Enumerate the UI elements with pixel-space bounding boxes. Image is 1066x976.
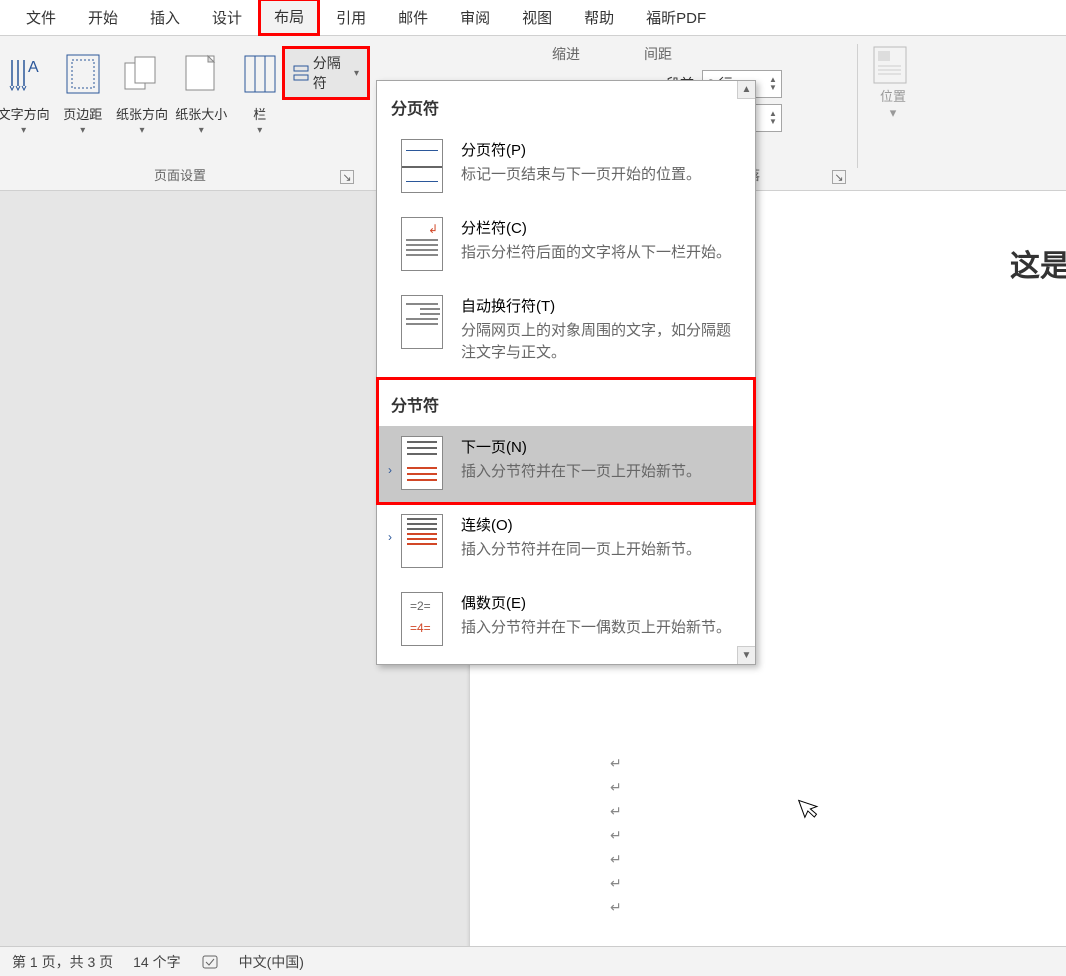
chevron-down-icon: ▾ bbox=[140, 125, 145, 136]
breaks-dropdown-button[interactable]: 分隔符 ▾ bbox=[284, 48, 368, 98]
dropdown-scroll-down[interactable]: ▼ bbox=[737, 646, 755, 664]
margins-icon bbox=[61, 52, 105, 96]
chevron-down-icon: ▾ bbox=[199, 125, 204, 136]
status-page[interactable]: 第 1 页，共 3 页 bbox=[12, 952, 113, 972]
menu-item-page-break[interactable]: 分页符(P) 标记一页结束与下一页开始的位置。 bbox=[377, 129, 755, 207]
orientation-icon bbox=[120, 52, 164, 96]
chevron-down-icon: ▾ bbox=[890, 105, 897, 121]
position-button[interactable]: 位置 ▾ bbox=[863, 36, 923, 190]
page-breaks-header: 分页符 bbox=[377, 81, 755, 129]
page-setup-group-label: 页面设置 bbox=[154, 159, 206, 190]
next-page-icon: › bbox=[401, 436, 443, 490]
columns-icon bbox=[238, 52, 282, 96]
chevron-down-icon: ▾ bbox=[257, 125, 262, 136]
next-page-title: 下一页(N) bbox=[461, 436, 701, 457]
menu-item-next-page[interactable]: › 下一页(N) 插入分节符并在下一页上开始新节。 bbox=[377, 426, 755, 504]
text-direction-button[interactable]: A 文字方向 ▾ bbox=[0, 42, 53, 136]
tab-mailings[interactable]: 邮件 bbox=[382, 0, 444, 35]
indent-section-label: 缩进 bbox=[550, 42, 640, 70]
paper-size-icon bbox=[179, 52, 223, 96]
tab-references[interactable]: 引用 bbox=[320, 0, 382, 35]
continuous-title: 连续(O) bbox=[461, 514, 701, 535]
paper-size-button[interactable]: 纸张大小 ▾ bbox=[172, 42, 231, 136]
even-page-title: 偶数页(E) bbox=[461, 592, 731, 613]
spacing-section-label: 间距 bbox=[642, 42, 852, 70]
columns-label: 栏 bbox=[253, 104, 266, 123]
tab-design[interactable]: 设计 bbox=[196, 0, 258, 35]
tab-layout[interactable]: 布局 bbox=[258, 0, 320, 36]
continuous-icon: › bbox=[401, 514, 443, 568]
status-proofing-icon[interactable] bbox=[201, 953, 219, 971]
tab-file[interactable]: 文件 bbox=[10, 0, 72, 35]
next-page-desc: 插入分节符并在下一页上开始新节。 bbox=[461, 461, 701, 483]
page-setup-launcher[interactable]: ↘ bbox=[340, 170, 354, 184]
tab-foxit[interactable]: 福昕PDF bbox=[630, 0, 722, 35]
page-break-desc: 标记一页结束与下一页开始的位置。 bbox=[461, 164, 701, 186]
status-bar: 第 1 页，共 3 页 14 个字 中文(中国) bbox=[0, 946, 1066, 976]
menu-item-continuous[interactable]: › 连续(O) 插入分节符并在同一页上开始新节。 bbox=[377, 504, 755, 582]
text-direction-label: 文字方向 bbox=[0, 104, 50, 123]
continuous-desc: 插入分节符并在同一页上开始新节。 bbox=[461, 539, 701, 561]
paragraph-launcher[interactable]: ↘ bbox=[832, 170, 846, 184]
chevron-down-icon: ▾ bbox=[21, 125, 26, 136]
menu-item-even-page[interactable]: =2= =4= 偶数页(E) 插入分节符并在下一偶数页上开始新节。 bbox=[377, 582, 755, 660]
text-wrap-desc: 分隔网页上的对象周围的文字，如分隔题注文字与正文。 bbox=[461, 320, 737, 364]
dropdown-scroll-up[interactable]: ▲ bbox=[737, 81, 755, 99]
menu-item-column-break[interactable]: ↲ 分栏符(C) 指示分栏符后面的文字将从下一栏开始。 bbox=[377, 207, 755, 285]
breaks-label: 分隔符 bbox=[313, 53, 350, 93]
chevron-down-icon: ▾ bbox=[80, 125, 85, 136]
column-break-title: 分栏符(C) bbox=[461, 217, 731, 238]
even-page-desc: 插入分节符并在下一偶数页上开始新节。 bbox=[461, 617, 731, 639]
orientation-label: 纸张方向 bbox=[116, 104, 168, 123]
ribbon-tabs: 文件 开始 插入 设计 布局 引用 邮件 审阅 视图 帮助 福昕PDF bbox=[0, 0, 1066, 36]
orientation-button[interactable]: 纸张方向 ▾ bbox=[112, 42, 171, 136]
page-break-title: 分页符(P) bbox=[461, 139, 701, 160]
column-break-desc: 指示分栏符后面的文字将从下一栏开始。 bbox=[461, 242, 731, 264]
columns-button[interactable]: 栏 ▾ bbox=[238, 42, 282, 136]
margins-label: 页边距 bbox=[63, 104, 102, 123]
page-break-icon bbox=[401, 139, 443, 193]
section-breaks-header: 分节符 bbox=[377, 378, 755, 426]
tab-insert[interactable]: 插入 bbox=[134, 0, 196, 35]
even-page-icon: =2= =4= bbox=[401, 592, 443, 646]
margins-button[interactable]: 页边距 ▾ bbox=[53, 42, 112, 136]
tab-help[interactable]: 帮助 bbox=[568, 0, 630, 35]
breaks-dropdown-menu: ▲ 分页符 分页符(P) 标记一页结束与下一页开始的位置。 ↲ 分栏符(C) 指… bbox=[376, 80, 756, 665]
status-language[interactable]: 中文(中国) bbox=[239, 952, 304, 972]
position-label: 位置 bbox=[880, 86, 906, 105]
paper-size-label: 纸张大小 bbox=[175, 104, 227, 123]
paragraph-marks: ↵↵↵↵↵↵↵ bbox=[610, 751, 622, 919]
status-word-count[interactable]: 14 个字 bbox=[133, 952, 180, 972]
breaks-icon bbox=[293, 64, 309, 82]
spinner-arrows-icon[interactable]: ▲▼ bbox=[769, 76, 777, 92]
tab-view[interactable]: 视图 bbox=[506, 0, 568, 35]
menu-item-text-wrap-break[interactable]: 自动换行符(T) 分隔网页上的对象周围的文字，如分隔题注文字与正文。 bbox=[377, 285, 755, 378]
tab-review[interactable]: 审阅 bbox=[444, 0, 506, 35]
tab-home[interactable]: 开始 bbox=[72, 0, 134, 35]
text-direction-icon: A bbox=[2, 52, 46, 96]
text-wrap-title: 自动换行符(T) bbox=[461, 295, 737, 316]
position-icon bbox=[873, 46, 913, 86]
spinner-arrows-icon[interactable]: ▲▼ bbox=[769, 110, 777, 126]
chevron-down-icon: ▾ bbox=[354, 68, 359, 79]
text-wrap-icon bbox=[401, 295, 443, 349]
svg-text:A: A bbox=[28, 59, 39, 76]
column-break-icon: ↲ bbox=[401, 217, 443, 271]
